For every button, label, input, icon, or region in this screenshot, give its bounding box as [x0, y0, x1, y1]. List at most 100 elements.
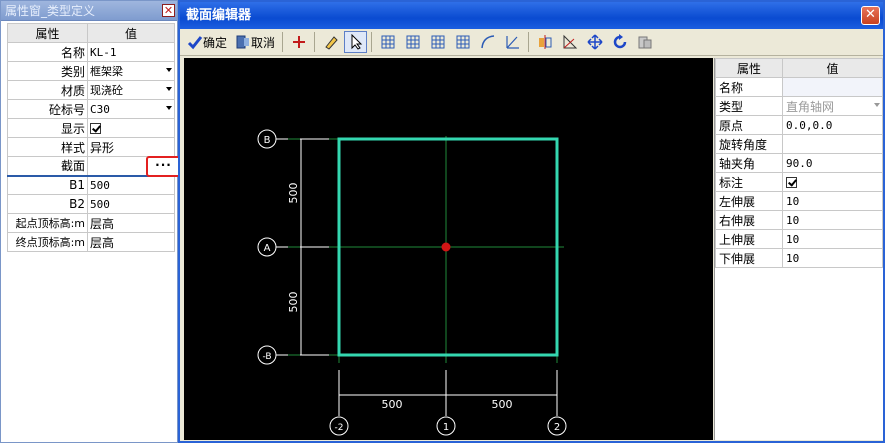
panel-title: 属性窗_类型定义 — [5, 4, 96, 18]
grid-value-origin[interactable]: 0.0,0.0 — [782, 115, 883, 135]
grid-value-rotation[interactable] — [782, 134, 883, 154]
database-tool-button[interactable] — [633, 31, 656, 53]
property-value-end-elevation[interactable]: 层高 — [87, 232, 175, 252]
dropdown-arrow-icon[interactable] — [166, 87, 172, 91]
axis-bubble-neg-b[interactable]: -B — [257, 345, 288, 365]
left-dimension — [300, 138, 329, 356]
grid-key: 标注 — [715, 172, 783, 192]
point-tool-button[interactable] — [287, 31, 310, 53]
property-row-b1[interactable]: B1 500 — [7, 175, 175, 195]
cancel-door-icon — [236, 35, 250, 49]
angle-tool-button[interactable] — [501, 31, 524, 53]
move-tool-button[interactable] — [583, 31, 606, 53]
grid-row-annotation[interactable]: 标注 — [715, 172, 883, 192]
grid-tool-button-4[interactable] — [451, 31, 474, 53]
grid-value-left-extend[interactable]: 10 — [782, 191, 883, 211]
col-header-property: 属性 — [715, 58, 783, 78]
property-value-display[interactable] — [87, 118, 175, 138]
axis-label-1: 1 — [443, 422, 449, 433]
grid-row-type[interactable]: 类型 直角轴网 — [715, 96, 883, 116]
property-key: 砼标号 — [7, 99, 88, 119]
axis-bubble-2[interactable]: 2 — [547, 416, 567, 436]
grid-key: 轴夹角 — [715, 153, 783, 173]
pen-icon — [324, 36, 338, 50]
axis-bubble-1[interactable]: 1 — [436, 416, 456, 436]
col-header-value: 值 — [782, 58, 883, 78]
property-row-display[interactable]: 显示 — [7, 118, 175, 138]
property-row-start-elevation[interactable]: 起点顶标高:m 层高 — [7, 213, 175, 233]
grid-row-rotation[interactable]: 旋转角度 — [715, 134, 883, 154]
grid-value-name[interactable] — [782, 77, 883, 97]
drawing-canvas[interactable]: 500 500 500 500 B A -B -2 1 2 — [184, 58, 713, 440]
axis-label-a: A — [264, 243, 271, 254]
property-value-start-elevation[interactable]: 层高 — [87, 213, 175, 233]
database-icon — [638, 36, 652, 49]
mirror-icon — [538, 35, 552, 49]
property-value-name[interactable]: KL-1 — [87, 42, 175, 62]
grid-value-type[interactable]: 直角轴网 — [782, 96, 883, 116]
grid-row-bottom-extend[interactable]: 下伸展 10 — [715, 248, 883, 268]
property-value-category[interactable]: 框架梁 — [87, 61, 175, 81]
grid-value-bottom-extend[interactable]: 10 — [782, 248, 883, 268]
axis-label-neg-b: -B — [262, 352, 271, 362]
property-row-concrete-grade[interactable]: 砼标号 C30 — [7, 99, 175, 119]
ok-button[interactable]: 确定 — [184, 31, 230, 53]
axis-bubble-neg-2[interactable]: -2 — [329, 416, 349, 436]
protractor-icon — [563, 34, 577, 49]
dialog-title-bar: 截面编辑器 ✕ — [180, 2, 883, 29]
grid-tool-button-3[interactable] — [426, 31, 449, 53]
property-row-style[interactable]: 样式 异形 — [7, 137, 175, 157]
section-ellipsis-button[interactable]: ··· — [146, 156, 181, 177]
arc-tool-button[interactable] — [476, 31, 499, 53]
property-value-grade[interactable]: C30 — [87, 99, 175, 119]
grid-value-top-extend[interactable]: 10 — [782, 229, 883, 249]
grade-value: C30 — [90, 102, 110, 116]
grid-row-origin[interactable]: 原点 0.0,0.0 — [715, 115, 883, 135]
grid-value-annotation[interactable] — [782, 172, 883, 192]
annotation-checkbox[interactable] — [786, 177, 797, 188]
property-row-end-elevation[interactable]: 终点顶标高:m 层高 — [7, 232, 175, 252]
origin-marker[interactable] — [441, 242, 451, 252]
close-icon[interactable]: ✕ — [861, 6, 880, 25]
mirror-tool-button[interactable] — [533, 31, 556, 53]
cancel-button[interactable]: 取消 — [232, 31, 278, 53]
grid-property-panel: 属性 值 名称 类型 直角轴网 原点 0.0,0.0 旋转角度 轴夹角 90.0 — [714, 58, 883, 440]
property-key: 名称 — [7, 42, 88, 62]
dropdown-arrow-icon[interactable] — [166, 106, 172, 110]
axis-bubble-a[interactable]: A — [257, 237, 288, 257]
dropdown-arrow-icon[interactable] — [874, 103, 880, 107]
close-icon[interactable]: ✕ — [162, 4, 175, 17]
display-checkbox[interactable] — [90, 123, 101, 134]
property-row-material[interactable]: 材质 现浇砼 — [7, 80, 175, 100]
grid-tool-button-1[interactable] — [376, 31, 399, 53]
dim-bottom-right: 500 — [492, 398, 513, 411]
grid-row-left-extend[interactable]: 左伸展 10 — [715, 191, 883, 211]
property-row-category[interactable]: 类别 框架梁 — [7, 61, 175, 81]
grid-row-top-extend[interactable]: 上伸展 10 — [715, 229, 883, 249]
property-value-style[interactable]: 异形 — [87, 137, 175, 157]
measure-tool-button[interactable] — [558, 31, 581, 53]
select-tool-button[interactable] — [344, 31, 368, 53]
dropdown-arrow-icon[interactable] — [166, 68, 172, 72]
toolbar-separator — [282, 32, 284, 52]
property-value-b1[interactable]: 500 — [87, 175, 175, 195]
grid-tool-button-2[interactable] — [401, 31, 424, 53]
grid-value-axis-angle[interactable]: 90.0 — [782, 153, 883, 173]
property-row-b2[interactable]: B2 500 — [7, 194, 175, 214]
material-value: 现浇砼 — [90, 84, 123, 97]
grid-row-right-extend[interactable]: 右伸展 10 — [715, 210, 883, 230]
grid-row-axis-angle[interactable]: 轴夹角 90.0 — [715, 153, 883, 173]
property-row-name[interactable]: 名称 KL-1 — [7, 42, 175, 62]
cancel-label: 取消 — [251, 35, 276, 50]
property-key: 材质 — [7, 80, 88, 100]
axis-bubble-b[interactable]: B — [257, 129, 288, 149]
rotate-tool-button[interactable] — [608, 31, 631, 53]
grid-key: 原点 — [715, 115, 783, 135]
property-value-b2[interactable]: 500 — [87, 194, 175, 214]
grid-icon — [406, 35, 420, 49]
grid-row-name[interactable]: 名称 — [715, 77, 883, 97]
grid-value-right-extend[interactable]: 10 — [782, 210, 883, 230]
property-value-material[interactable]: 现浇砼 — [87, 80, 175, 100]
type-property-table: 属性 值 名称 KL-1 类别 框架梁 材质 现浇砼 砼标号 C30 显示 样式… — [7, 23, 175, 252]
property-tool-button[interactable] — [319, 31, 342, 53]
